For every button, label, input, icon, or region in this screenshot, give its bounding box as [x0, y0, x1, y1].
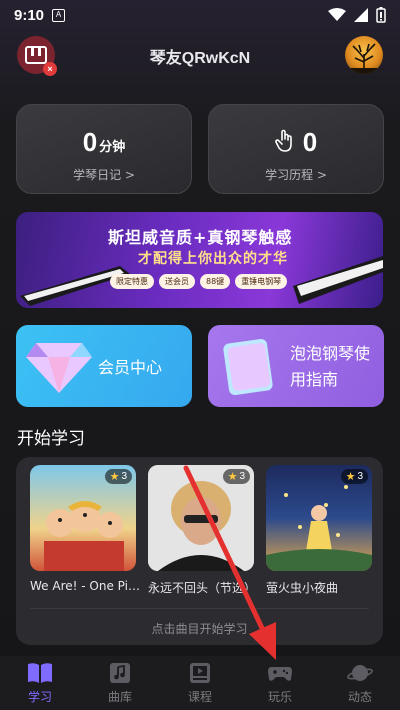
status-bar: 9:10 A — [0, 0, 400, 30]
tab-course[interactable]: 课程 — [160, 656, 240, 710]
divider — [30, 608, 369, 609]
song-panel: ★ 3 We Are! - One Pie... ★ 3 永远不回头（节选） ★ 3 — [16, 457, 383, 645]
banner-subline: 才配得上你出众的才华 — [138, 251, 288, 267]
battery-icon — [376, 7, 386, 23]
banner-tag: 送会员 — [159, 274, 195, 289]
tab-study[interactable]: 学习 — [0, 656, 80, 710]
banner-tag: 重锤电钢琴 — [235, 274, 288, 289]
difficulty-badge: ★ 3 — [222, 469, 250, 484]
banner-tag: 88键 — [200, 274, 231, 289]
tab-play-label: 玩乐 — [267, 690, 292, 704]
song-thumbnail: ★ 3 — [148, 465, 254, 571]
tree-icon — [345, 43, 383, 74]
section-title: 开始学习 — [17, 429, 85, 449]
song-thumbnail: ★ 3 — [266, 465, 372, 571]
planet-icon — [347, 665, 373, 681]
song-card[interactable]: ★ 3 永远不回头（节选） — [148, 465, 256, 596]
book-icon — [223, 338, 273, 396]
practice-diary-card[interactable]: 0 分钟 学琴日记 > — [16, 104, 192, 194]
video-icon — [190, 663, 210, 683]
song-title: 永远不回头（节选） — [148, 581, 257, 595]
promo-banner[interactable]: 斯坦威音质+真钢琴触感 才配得上你出众的才华 限定特惠 送会员 88键 重锤电钢… — [16, 212, 383, 308]
tab-library[interactable]: 曲库 — [80, 656, 160, 710]
tab-feed[interactable]: 动态 — [320, 656, 400, 710]
banner-tags: 限定特惠 送会员 88键 重锤电钢琴 — [110, 274, 288, 289]
star-icon: ★ — [109, 471, 120, 483]
book-open-icon — [28, 663, 52, 683]
practice-minutes: 0 分钟 — [82, 127, 126, 157]
banner-headline: 斯坦威音质+真钢琴触感 — [108, 228, 293, 247]
tab-course-label: 课程 — [187, 690, 212, 704]
tab-library-label: 曲库 — [107, 690, 132, 704]
learning-count: 0 — [209, 127, 383, 158]
tab-feed-label: 动态 — [347, 690, 372, 704]
banner-keyboard-right — [293, 256, 383, 304]
song-thumbnail: ★ 3 — [30, 465, 136, 571]
star-icon: ★ — [227, 471, 238, 483]
star-icon: ★ — [345, 471, 356, 483]
notification-icon: A — [52, 8, 66, 22]
bottom-nav: 学习 曲库 课程 玩乐 动态 — [0, 656, 400, 710]
wifi-icon — [328, 8, 346, 21]
tab-play[interactable]: 玩乐 — [240, 656, 320, 710]
difficulty-badge: ★ 3 — [340, 469, 368, 484]
difficulty-badge: ★ 3 — [104, 469, 132, 484]
page-title: 琴友QRwKcN — [149, 50, 251, 67]
guide-tile[interactable]: 泡泡钢琴使用指南 — [208, 325, 384, 407]
avatar[interactable] — [345, 36, 383, 74]
hand-icon — [274, 129, 292, 152]
status-time: 9:10 — [14, 6, 45, 24]
song-title: We Are! - One Pie... — [30, 579, 146, 593]
song-title: 萤火虫小夜曲 — [266, 581, 339, 595]
song-card[interactable]: ★ 3 We Are! - One Pie... — [30, 465, 146, 593]
start-hint[interactable]: 点击曲目开始学习 — [16, 620, 383, 637]
learning-history-card[interactable]: 0 学习历程 > — [208, 104, 384, 194]
banner-tag: 限定特惠 — [110, 274, 154, 289]
song-card[interactable]: ★ 3 萤火虫小夜曲 — [266, 465, 372, 596]
gamepad-icon — [268, 667, 292, 681]
vip-center-tile[interactable]: 会员中心 — [16, 325, 192, 407]
guide-label: 泡泡钢琴使用指南 — [290, 344, 371, 389]
practice-diary-label: 学琴日记 > — [73, 168, 135, 182]
header: × 琴友QRwKcN — [0, 34, 400, 78]
signal-icon — [354, 8, 368, 22]
vip-center-label: 会员中心 — [98, 358, 163, 377]
learning-history-label: 学习历程 > — [265, 168, 327, 182]
tab-study-label: 学习 — [27, 690, 52, 704]
music-note-icon — [110, 663, 130, 683]
diamond-icon — [26, 343, 92, 393]
